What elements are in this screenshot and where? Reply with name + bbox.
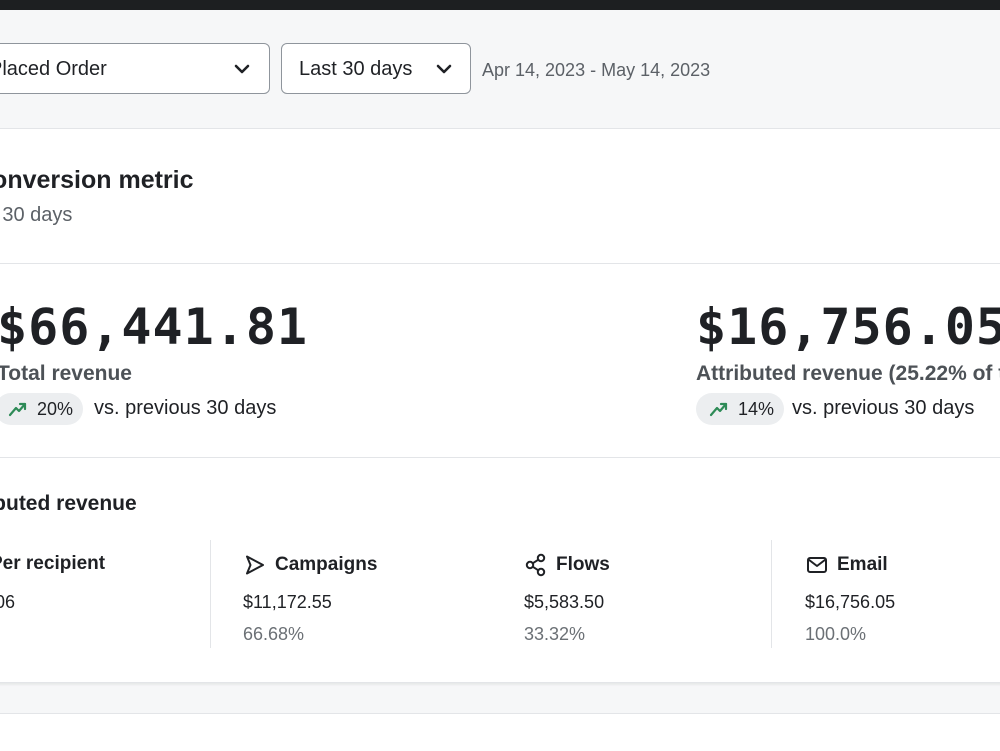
column-divider — [210, 540, 211, 648]
date-range-dropdown[interactable]: Last 30 days — [281, 43, 471, 94]
stat-value: $16,756.05 — [805, 592, 896, 612]
attributed-revenue-label: Attributed revenue (25.22% of total) — [696, 362, 1000, 385]
stat-value: $11,172.55 — [243, 592, 332, 612]
attributed-trend-compare: vs. previous 30 days — [792, 397, 975, 419]
metric-dropdown[interactable]: Placed Order — [0, 43, 270, 94]
total-trend-compare: vs. previous 30 days — [94, 397, 277, 419]
column-divider — [771, 540, 772, 648]
stat-value: $5,583.50 — [524, 592, 605, 612]
top-bar — [0, 0, 1000, 10]
stat-email-header: Email — [805, 553, 888, 577]
stat-label: Flows — [556, 554, 610, 575]
flows-icon — [525, 553, 546, 577]
attributed-trend-badge: 14% — [696, 393, 785, 425]
total-trend-badge: 20% — [0, 393, 84, 425]
chevron-down-icon — [234, 64, 250, 74]
stat-per-recipient-header: Per recipient — [0, 553, 105, 575]
card-subtitle: Last 30 days — [0, 204, 73, 226]
total-revenue-value: $66,441.81 — [0, 298, 309, 356]
send-icon — [246, 555, 264, 575]
metric-dropdown-label: Placed Order — [0, 58, 107, 80]
stat-label: Email — [837, 554, 888, 575]
total-revenue-label: Total revenue — [0, 362, 132, 385]
total-trend-pct: 20% — [37, 398, 74, 419]
email-icon — [807, 557, 827, 573]
stat-value: $0.06 — [0, 592, 16, 612]
stat-percent: 100.0% — [805, 624, 867, 644]
next-card-edge — [0, 713, 1000, 751]
stat-flows-header: Flows — [524, 553, 610, 577]
date-range-text: Apr 14, 2023 - May 14, 2023 — [482, 60, 711, 80]
divider — [0, 457, 1000, 458]
stat-label: Per recipient — [0, 553, 106, 574]
stat-percent: 33.32% — [524, 624, 586, 644]
attributed-revenue-value: $16,756.05 — [696, 298, 1000, 356]
breakdown-title: Attributed revenue — [0, 492, 137, 515]
stat-label: Campaigns — [275, 554, 378, 575]
stat-campaigns-header: Campaigns — [243, 553, 377, 577]
card-title: Conversion metric — [0, 166, 194, 194]
divider — [0, 263, 1000, 264]
stat-percent: 66.68% — [243, 624, 305, 644]
trend-up-icon — [709, 402, 728, 417]
trend-up-icon — [8, 402, 27, 417]
attributed-trend-pct: 14% — [738, 398, 775, 419]
date-range-dropdown-label: Last 30 days — [299, 58, 413, 80]
chevron-down-icon — [436, 64, 452, 74]
